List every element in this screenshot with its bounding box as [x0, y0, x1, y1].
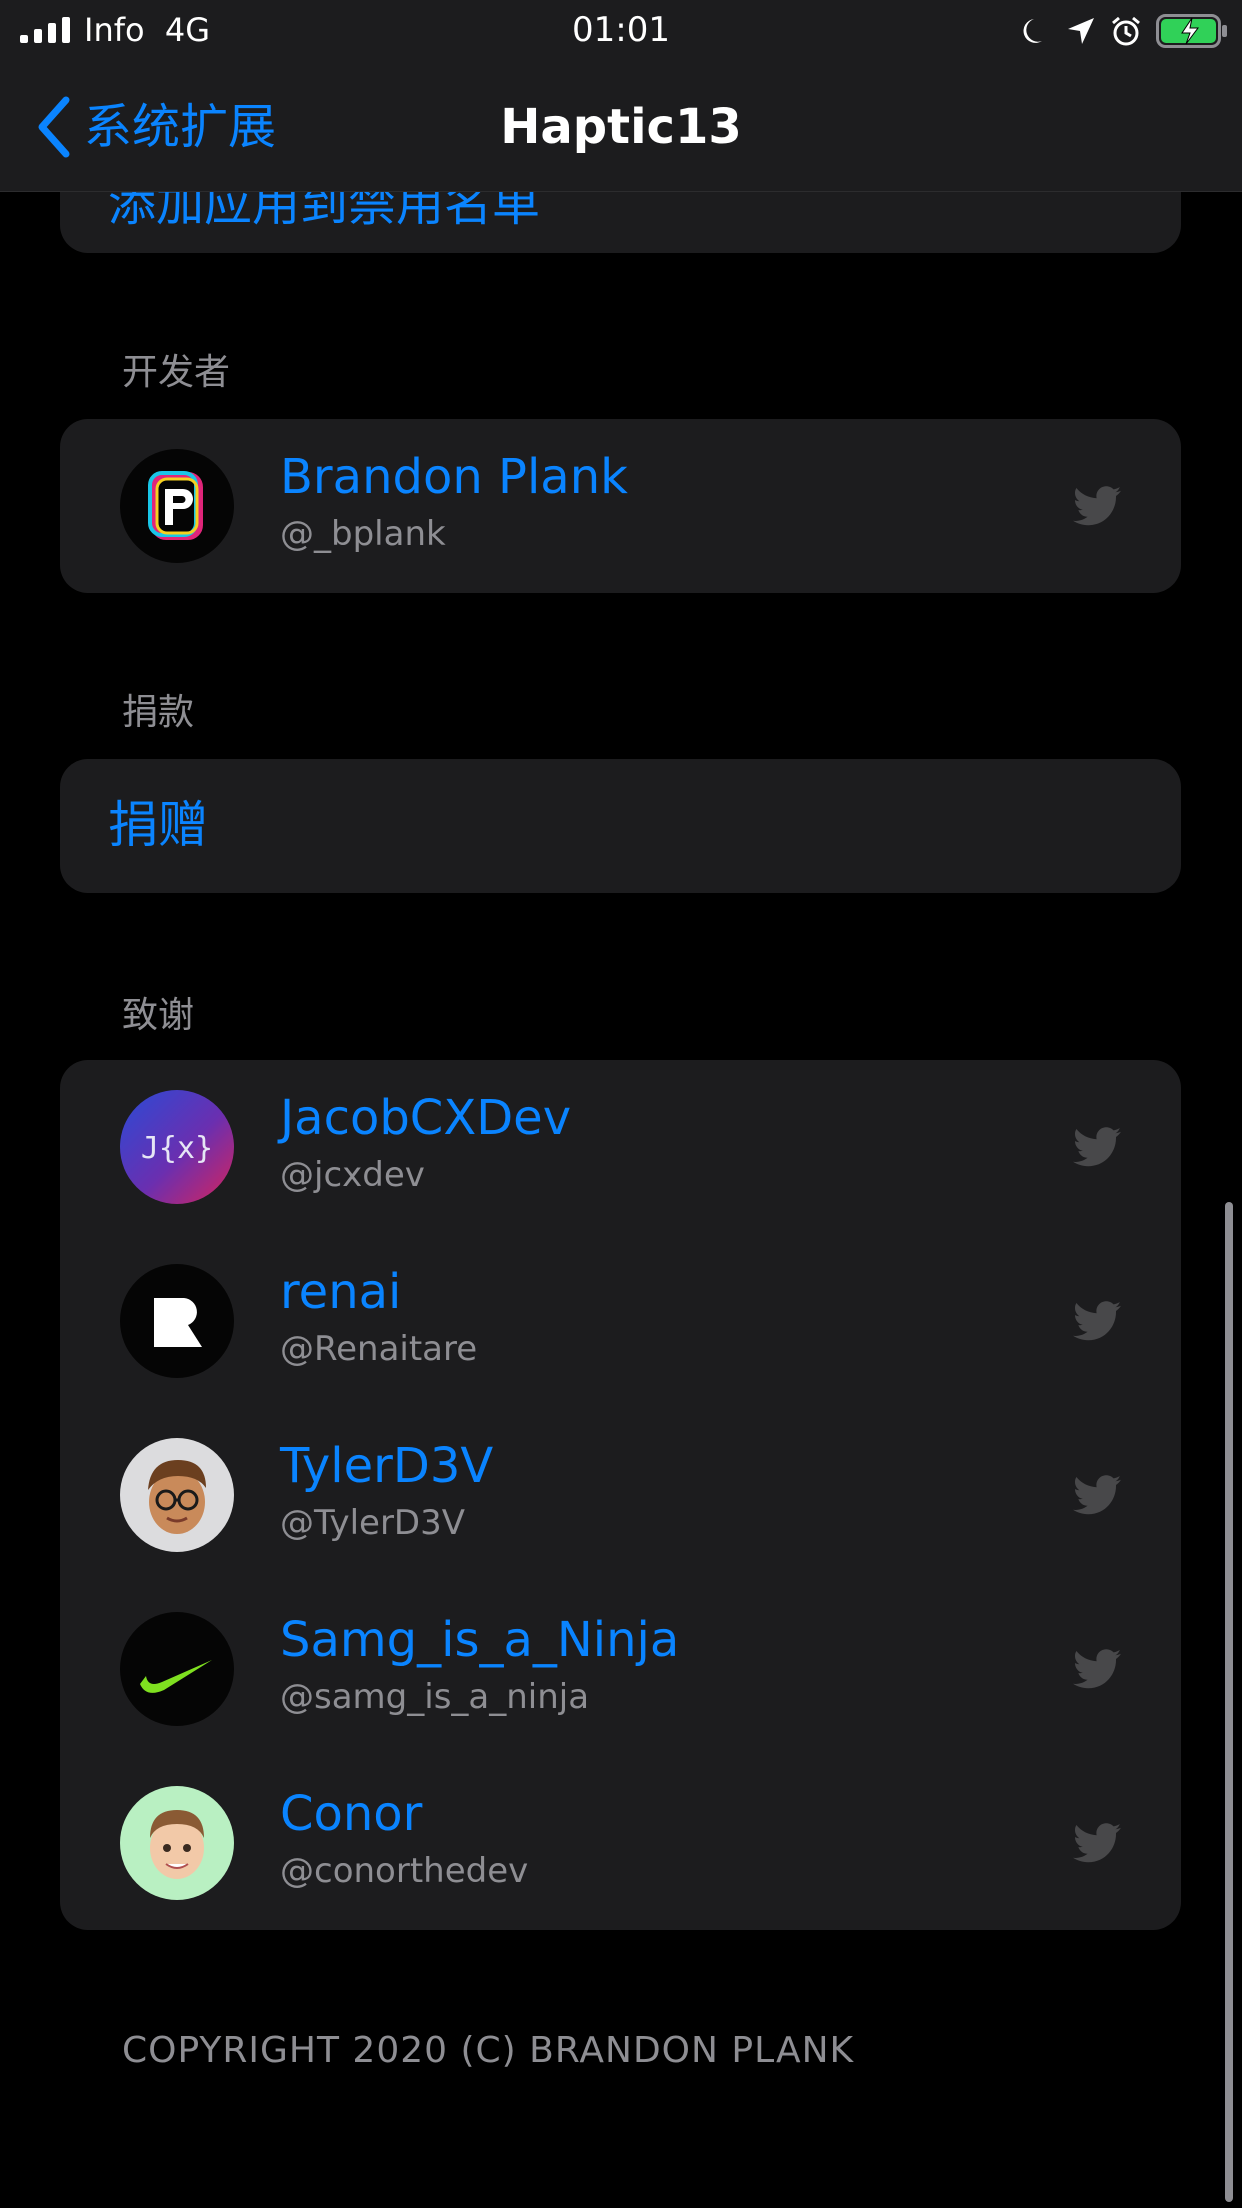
donate-button[interactable]: 捐赠	[60, 759, 1181, 893]
top-bar: Info 4G 01:01 系统扩展 Haptic13	[0, 0, 1242, 192]
credit-name: TylerD3V	[280, 1438, 494, 1494]
credits-section-header: 致谢	[122, 995, 195, 1036]
moon-icon	[1023, 19, 1042, 43]
status-bar: Info 4G 01:01	[0, 0, 1242, 62]
scroll-indicator[interactable]	[1225, 1202, 1233, 2202]
credit-row[interactable]: renai @Renaitare	[60, 1234, 1181, 1408]
credit-row[interactable]: J{x} JacobCXDev @jcxdev	[60, 1060, 1181, 1234]
credit-name: Samg_is_a_Ninja	[280, 1612, 680, 1668]
credit-avatar	[120, 1612, 234, 1726]
svg-text:J{x}: J{x}	[141, 1131, 213, 1166]
credit-row[interactable]: Samg_is_a_Ninja @samg_is_a_ninja	[60, 1582, 1181, 1756]
credit-handle: @jcxdev	[280, 1155, 425, 1195]
alarm-icon	[1112, 16, 1140, 46]
page-title: Haptic13	[500, 99, 742, 155]
credit-avatar: J{x}	[120, 1090, 234, 1204]
credit-name: Conor	[280, 1786, 423, 1842]
credit-handle: @conorthedev	[280, 1851, 529, 1891]
donate-label: 捐赠	[108, 796, 208, 854]
twitter-icon[interactable]	[1073, 1822, 1121, 1864]
credit-avatar	[120, 1264, 234, 1378]
developer-avatar	[120, 449, 234, 563]
credits-group: J{x} JacobCXDev @jcxdev renai @Renaitare	[60, 1060, 1181, 1930]
copyright-footer: COPYRIGHT 2020 (C) BRANDON PLANK	[122, 2030, 855, 2071]
credit-name: JacobCXDev	[280, 1090, 572, 1146]
status-icons	[1022, 12, 1228, 50]
credit-avatar	[120, 1786, 234, 1900]
twitter-icon[interactable]	[1073, 1474, 1121, 1516]
credit-handle: @TylerD3V	[280, 1503, 466, 1543]
credit-row[interactable]: Conor @conorthedev	[60, 1756, 1181, 1930]
credit-row[interactable]: TylerD3V @TylerD3V	[60, 1408, 1181, 1582]
developer-section-header: 开发者	[122, 352, 231, 393]
settings-page: 添加应用到禁用名单 开发者 Brandon Plank @_bplank 捐款 …	[0, 0, 1242, 2208]
twitter-icon[interactable]	[1073, 1126, 1121, 1168]
developer-name: Brandon Plank	[280, 449, 628, 505]
credit-name: renai	[280, 1264, 402, 1320]
location-arrow-icon	[1068, 18, 1094, 44]
developer-row[interactable]: Brandon Plank @_bplank	[60, 419, 1181, 593]
developer-handle: @_bplank	[280, 514, 446, 554]
donate-section-header: 捐款	[122, 692, 195, 733]
twitter-icon[interactable]	[1073, 1300, 1121, 1342]
credit-avatar	[120, 1438, 234, 1552]
credit-handle: @samg_is_a_ninja	[280, 1677, 590, 1717]
twitter-icon[interactable]	[1073, 1648, 1121, 1690]
twitter-icon[interactable]	[1073, 485, 1121, 527]
navigation-bar: 系统扩展 Haptic13	[0, 62, 1242, 192]
battery-charging-icon	[1156, 14, 1227, 48]
credit-handle: @Renaitare	[280, 1329, 478, 1369]
developer-group: Brandon Plank @_bplank	[60, 419, 1181, 593]
